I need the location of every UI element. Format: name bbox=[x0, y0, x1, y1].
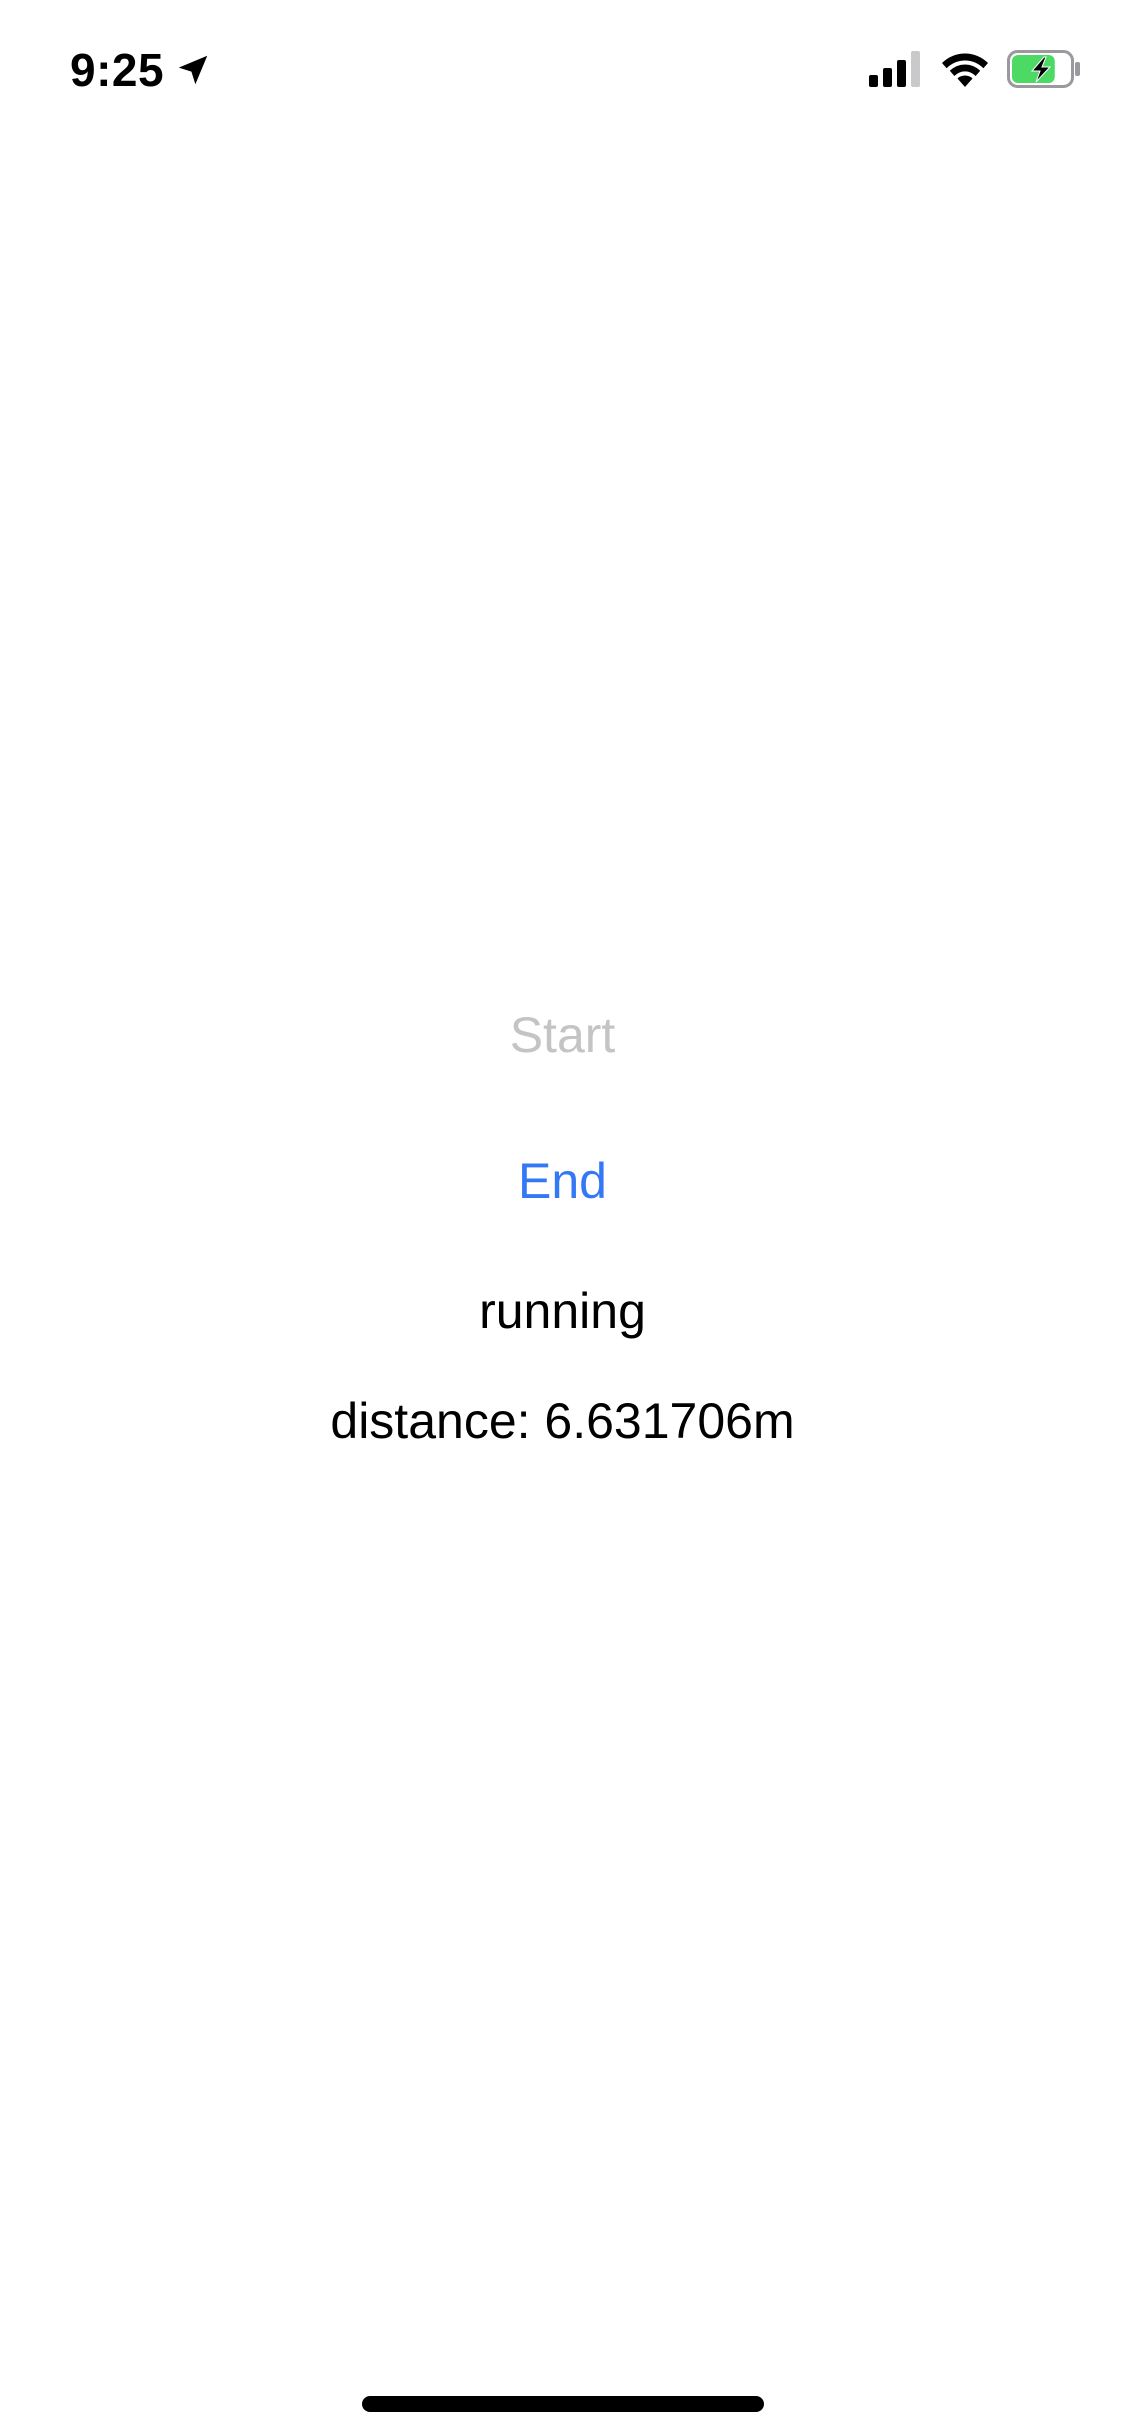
home-indicator[interactable] bbox=[362, 2396, 764, 2412]
start-button[interactable]: Start bbox=[0, 1000, 1125, 1070]
status-label: running bbox=[479, 1283, 646, 1339]
end-button[interactable]: End bbox=[0, 1146, 1125, 1216]
main-content: Start End running distance: 6.631706m bbox=[0, 0, 1125, 2436]
distance-label: distance: 6.631706m bbox=[330, 1393, 795, 1449]
